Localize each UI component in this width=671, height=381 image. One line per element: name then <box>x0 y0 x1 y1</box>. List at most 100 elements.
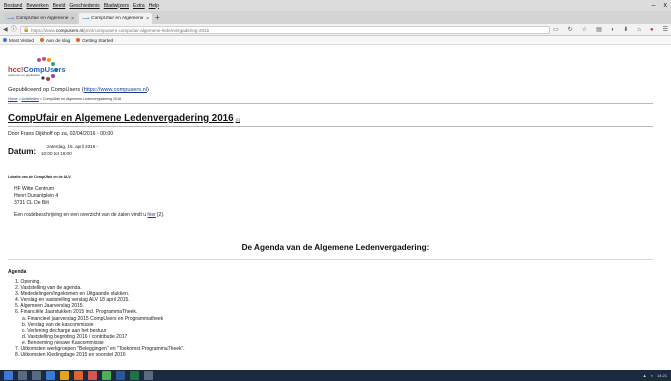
minimize-button[interactable]: – <box>652 0 656 11</box>
bookmark-getting-started[interactable]: Getting Started <box>76 38 113 43</box>
menu-item-beeld[interactable]: Beeld <box>53 3 66 9</box>
url-path: /print/compusers-compufair-algemene-lede… <box>83 28 210 33</box>
agenda-item: 8. Uitkomsten Kledingdage 2015 en voorst… <box>15 352 126 359</box>
location-heading: Lokatie van de CompUfair en de ALV: <box>8 175 72 179</box>
route-link[interactable]: hier <box>147 212 155 218</box>
page-title-text: CompUfair en Algemene Ledenvergadering 2… <box>8 113 234 124</box>
pocket-icon[interactable]: ◗ <box>611 25 615 35</box>
breadcrumb-current: > CompUfair en Algemene Ledenvergadering… <box>38 97 122 101</box>
back-icon[interactable]: ◀ <box>3 25 8 35</box>
address-line: HF Witte Centrum <box>14 186 55 192</box>
menu-item-help[interactable]: Help <box>149 3 159 9</box>
published-line: Gepubliceerd op CompUsers (https://www.c… <box>8 87 149 93</box>
tab-favicon-icon: ⟶ <box>82 15 90 22</box>
tab-1[interactable]: ⟶ CompUfair en Algemene ... × <box>4 13 77 24</box>
nav-buttons: ◀ ⓘ <box>3 25 17 35</box>
app-icon[interactable] <box>88 371 97 380</box>
tab-2[interactable]: ⟶ CompUfair en Algemene ... × <box>79 13 152 24</box>
task-view-icon[interactable] <box>32 371 41 380</box>
menu-item-extra[interactable]: Extra <box>133 3 145 9</box>
home-icon[interactable]: ⌂ <box>637 25 641 35</box>
bookmark-star-icon[interactable]: ☆ <box>582 25 587 35</box>
agenda-item: a. Financieel jaarverslag 2015 CompUsers… <box>22 315 164 322</box>
library-icon[interactable]: ▤ <box>596 25 602 35</box>
author-byline: Door Frans Dijkhoff op za, 02/04/2016 - … <box>8 131 114 137</box>
firefox-icon <box>76 38 81 42</box>
bookmark-most-visited[interactable]: Most Visited <box>3 38 34 43</box>
menu-bar: Bestand Bewerken Beeld Geschiedenis Blad… <box>0 0 671 11</box>
page-title: CompUfair en Algemene Ledenvergadering 2… <box>8 113 240 124</box>
tab-favicon-icon: ⟶ <box>7 15 15 22</box>
tab-title: CompUfair en Algemene ... <box>91 16 145 21</box>
url-domain: compusers.nl <box>55 28 84 33</box>
clock[interactable]: 14:21 <box>657 373 667 378</box>
firefox-icon[interactable] <box>74 371 83 380</box>
bookmark-icon <box>3 38 7 42</box>
tab-title: CompUfair en Algemene ... <box>16 16 70 21</box>
firefox-icon <box>39 38 44 42</box>
bookmark-aan-de-slag[interactable]: Aan de slag <box>39 37 71 43</box>
logo-tagline: systemen en applicaties <box>8 73 41 77</box>
lock-icon: 🔒 <box>23 27 30 33</box>
download-icon[interactable]: ⬇ <box>623 25 628 35</box>
route-text: Een routebeschrijving en een overzicht v… <box>14 212 148 218</box>
url-prefix: https://www. <box>31 28 56 33</box>
menu-item-geschiedenis[interactable]: Geschiedenis <box>69 3 99 9</box>
app-icon[interactable] <box>144 371 153 380</box>
menu-item-bestand[interactable]: Bestand <box>4 3 22 9</box>
system-tray: ▲ ◖ 14:21 <box>643 370 667 381</box>
app-icon[interactable] <box>102 371 111 380</box>
browser-window: Bestand Bewerken Beeld Geschiedenis Blad… <box>0 0 671 381</box>
published-suffix: ) <box>146 87 149 93</box>
tab-close-icon[interactable]: × <box>146 16 149 22</box>
published-prefix: Gepubliceerd op CompUsers ( <box>8 87 84 93</box>
agenda-list: 1. Opening. 2. Vaststelling van de agenda… <box>15 279 185 358</box>
url-field[interactable]: 🔒 https://www.compusers.nl/print/compuse… <box>20 26 550 34</box>
network-icon[interactable]: ▲ <box>643 373 647 378</box>
menu-item-bewerken[interactable]: Bewerken <box>26 3 48 9</box>
bookmarks-bar: Most Visited Aan de slag Getting Started <box>0 36 671 45</box>
bookmark-label: Aan de slag <box>45 37 71 43</box>
breadcrumb: Home > Activiteiten > CompUfair en Algem… <box>8 97 121 101</box>
address-line: 3731 CL De Bilt <box>14 200 49 206</box>
datum-value: zaterdag, 16. april 2016 - 10:00 tot 16:… <box>41 143 98 157</box>
addon-icon[interactable]: ● <box>650 25 654 35</box>
info-icon[interactable]: ⓘ <box>11 25 17 35</box>
reload-icon[interactable]: ↻ <box>568 25 573 35</box>
location-address: HF Witte Centrum Henri Dunantplein 4 373… <box>14 186 58 207</box>
menu-item-bladwijzers[interactable]: Bladwijzers <box>104 3 129 9</box>
toolbar-icons: ▭ ↻ ☆ ▤ ◗ ⬇ ⌂ ● ☰ <box>553 25 668 35</box>
route-description: Een routebeschrijving en een overzicht v… <box>14 212 164 218</box>
word-icon[interactable] <box>116 371 125 380</box>
published-link[interactable]: https://www.compusers.nl <box>84 87 147 93</box>
breadcrumb-activiteiten[interactable]: Activiteiten <box>22 97 39 101</box>
site-logo[interactable]: hcc!CompUsers systemen en applicaties <box>8 56 66 82</box>
new-tab-button[interactable]: + <box>155 13 160 23</box>
route-footnote-ref: [2]. <box>155 212 165 218</box>
search-icon[interactable] <box>18 371 27 380</box>
hamburger-menu-icon[interactable]: ☰ <box>663 25 668 35</box>
tab-close-icon[interactable]: × <box>71 16 74 22</box>
agenda-label: Agenda <box>8 269 27 275</box>
divider <box>8 103 653 104</box>
address-line: Henri Dunantplein 4 <box>14 193 59 199</box>
navigation-toolbar: ◀ ⓘ 🔒 https://www.compusers.nl/print/com… <box>0 24 671 36</box>
window-controls: – x <box>652 0 667 11</box>
datum-line-1: zaterdag, 16. april 2016 - <box>47 144 99 149</box>
bookmark-label: Most Visited <box>9 37 34 43</box>
divider <box>8 259 653 260</box>
taskbar: ▲ ◖ 14:21 <box>0 370 671 381</box>
start-icon[interactable] <box>4 371 13 380</box>
page-content: hcc!CompUsers systemen en applicaties Ge… <box>0 46 671 370</box>
edge-icon[interactable] <box>46 371 55 380</box>
divider <box>8 126 653 127</box>
close-button[interactable]: x <box>664 0 668 11</box>
excel-icon[interactable] <box>130 371 139 380</box>
bookmark-label: Getting Started <box>82 37 114 43</box>
breadcrumb-home[interactable]: Home <box>8 97 18 101</box>
title-footnote-ref: [1] <box>235 117 241 122</box>
reader-view-icon[interactable]: ▭ <box>553 25 559 35</box>
volume-icon[interactable]: ◖ <box>651 373 653 378</box>
file-explorer-icon[interactable] <box>60 371 69 380</box>
datum-line-2: 10:00 tot 16:00 <box>41 151 72 156</box>
